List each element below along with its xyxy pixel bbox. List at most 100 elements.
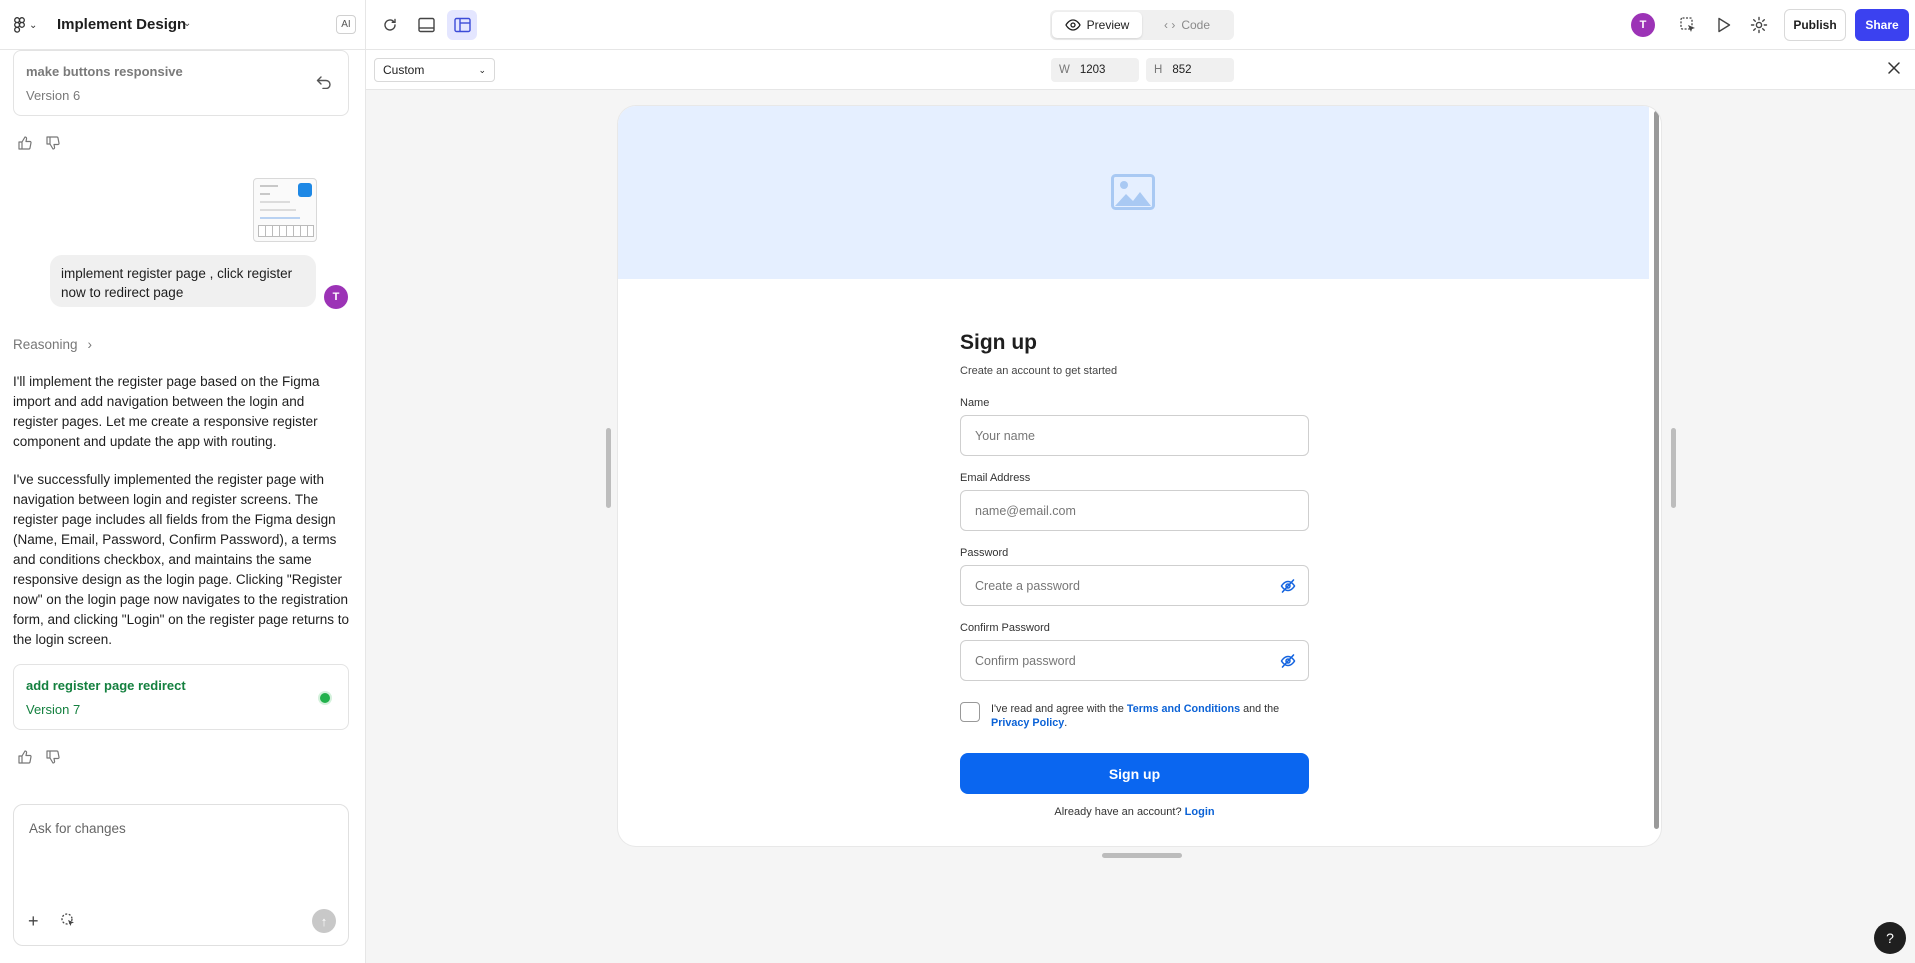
- horizontal-scrollbar[interactable]: [1102, 853, 1182, 858]
- name-field[interactable]: Your name: [960, 415, 1309, 456]
- responsive-icon: [453, 17, 471, 33]
- terms-text: I've read and agree with the Terms and C…: [991, 702, 1309, 730]
- ai-badge[interactable]: AI: [336, 15, 356, 34]
- resize-handle-right[interactable]: [1671, 428, 1676, 508]
- height-label: H: [1154, 64, 1163, 76]
- chevron-down-icon: ⌄: [29, 19, 38, 31]
- confirm-password-field[interactable]: Confirm password: [960, 640, 1309, 681]
- email-field[interactable]: name@email.com: [960, 490, 1309, 531]
- preview-toolbar: Custom ⌄ W 1203 H 852: [366, 50, 1915, 90]
- inspect-button[interactable]: [1676, 13, 1700, 37]
- device-select[interactable]: Custom ⌄: [374, 58, 495, 82]
- responsive-view-button[interactable]: [447, 10, 477, 40]
- panel-layout-icon: [417, 17, 435, 33]
- thumbs-down-icon[interactable]: [46, 136, 60, 150]
- password-placeholder: Create a password: [975, 578, 1080, 593]
- project-title[interactable]: Implement Design: [57, 16, 186, 33]
- version-card-previous[interactable]: make buttons responsive Version 6: [13, 50, 349, 116]
- user-message-avatar: T: [324, 285, 348, 309]
- version-title: make buttons responsive: [26, 64, 183, 79]
- share-button[interactable]: Share: [1855, 9, 1909, 41]
- top-bar: ⌄ Implement Design ⌄ AI Preview ‹ › Code…: [0, 0, 1915, 50]
- device-select-value: Custom: [383, 63, 425, 77]
- preview-label: Preview: [1086, 18, 1130, 32]
- undo-icon: [316, 76, 331, 90]
- code-icon: ‹ ›: [1163, 18, 1176, 32]
- restore-button[interactable]: [316, 75, 332, 92]
- version-card-current[interactable]: add register page redirect Version 7: [13, 664, 349, 730]
- publish-button[interactable]: Publish: [1784, 9, 1846, 41]
- image-placeholder-icon: [1111, 174, 1155, 210]
- signup-title: Sign up: [960, 331, 1037, 354]
- terms-suffix: .: [1064, 717, 1068, 729]
- chevron-down-icon[interactable]: ⌄: [183, 18, 191, 29]
- password-label: Password: [960, 547, 1009, 559]
- version-number: Version 6: [26, 88, 81, 103]
- chevron-down-icon: ⌄: [478, 64, 486, 75]
- signup-button[interactable]: Sign up: [960, 753, 1309, 794]
- preview-frame: Sign up Create an account to get started…: [618, 106, 1661, 846]
- thumbs-up-icon[interactable]: [18, 750, 32, 764]
- refresh-button[interactable]: [375, 10, 405, 40]
- thumbs-down-icon[interactable]: [46, 750, 60, 764]
- reasoning-label: Reasoning: [13, 337, 78, 352]
- user-avatar[interactable]: T: [1631, 13, 1655, 37]
- close-icon: [1888, 62, 1900, 74]
- arrow-up-icon: ↑: [320, 913, 328, 929]
- confirm-password-label: Confirm Password: [960, 622, 1050, 634]
- code-tab[interactable]: ‹ › Code: [1142, 12, 1232, 38]
- chat-panel: make buttons responsive Version 6 implem…: [0, 50, 366, 963]
- privacy-link[interactable]: Privacy Policy: [991, 717, 1064, 729]
- user-message: implement register page , click register…: [50, 255, 316, 307]
- inspect-icon: [1680, 17, 1695, 32]
- chevron-right-icon: ›: [87, 337, 93, 352]
- width-field[interactable]: W 1203: [1051, 58, 1139, 82]
- active-version-indicator: [320, 693, 330, 703]
- login-prompt: Already have an account? Login: [960, 806, 1309, 818]
- already-text: Already have an account?: [1054, 806, 1185, 818]
- element-select-icon[interactable]: [59, 911, 77, 934]
- height-value: 852: [1172, 64, 1192, 76]
- send-button[interactable]: ↑: [312, 909, 336, 933]
- password-field[interactable]: Create a password: [960, 565, 1309, 606]
- help-button[interactable]: ?: [1874, 922, 1906, 954]
- thumbs-up-icon[interactable]: [18, 136, 32, 150]
- project-header: ⌄ Implement Design ⌄ AI: [0, 0, 366, 50]
- eye-off-icon[interactable]: [1280, 653, 1296, 669]
- refresh-icon: [384, 18, 396, 31]
- preview-tab[interactable]: Preview: [1052, 12, 1142, 38]
- toggle-panel-button[interactable]: [411, 10, 441, 40]
- assistant-message-1: I'll implement the register page based o…: [13, 374, 320, 449]
- terms-checkbox[interactable]: [960, 702, 980, 722]
- chat-input[interactable]: [29, 821, 329, 881]
- figma-logo-icon: [14, 17, 25, 33]
- resize-handle-left[interactable]: [606, 428, 611, 508]
- width-label: W: [1059, 64, 1070, 76]
- feedback-row: [18, 750, 60, 764]
- feedback-row: [18, 136, 60, 150]
- play-button[interactable]: [1712, 13, 1736, 37]
- height-field[interactable]: H 852: [1146, 58, 1234, 82]
- eye-icon: [1064, 19, 1081, 31]
- preview-code-toggle: Preview ‹ › Code: [1050, 10, 1234, 40]
- play-icon: [1718, 17, 1731, 33]
- terms-mid: and the: [1240, 703, 1280, 715]
- close-preview-button[interactable]: [1887, 61, 1901, 78]
- login-link[interactable]: Login: [1185, 806, 1215, 818]
- eye-off-icon[interactable]: [1280, 578, 1296, 594]
- width-value: 1203: [1079, 64, 1106, 76]
- hero-banner: [618, 106, 1649, 279]
- assistant-message-2: I've successfully implemented the regist…: [13, 472, 350, 647]
- reasoning-toggle[interactable]: Reasoning ›: [13, 337, 92, 352]
- code-label: Code: [1181, 18, 1210, 32]
- vertical-scrollbar[interactable]: [1654, 111, 1659, 829]
- email-label: Email Address: [960, 472, 1031, 484]
- version-title: add register page redirect: [26, 678, 186, 693]
- attached-image-thumbnail[interactable]: [253, 178, 317, 242]
- figma-menu-button[interactable]: ⌄: [14, 16, 42, 34]
- version-number: Version 7: [26, 702, 81, 717]
- confirm-password-placeholder: Confirm password: [975, 653, 1076, 668]
- add-attachment-icon[interactable]: +: [28, 911, 39, 932]
- terms-link[interactable]: Terms and Conditions: [1127, 703, 1240, 715]
- settings-button[interactable]: [1747, 13, 1771, 37]
